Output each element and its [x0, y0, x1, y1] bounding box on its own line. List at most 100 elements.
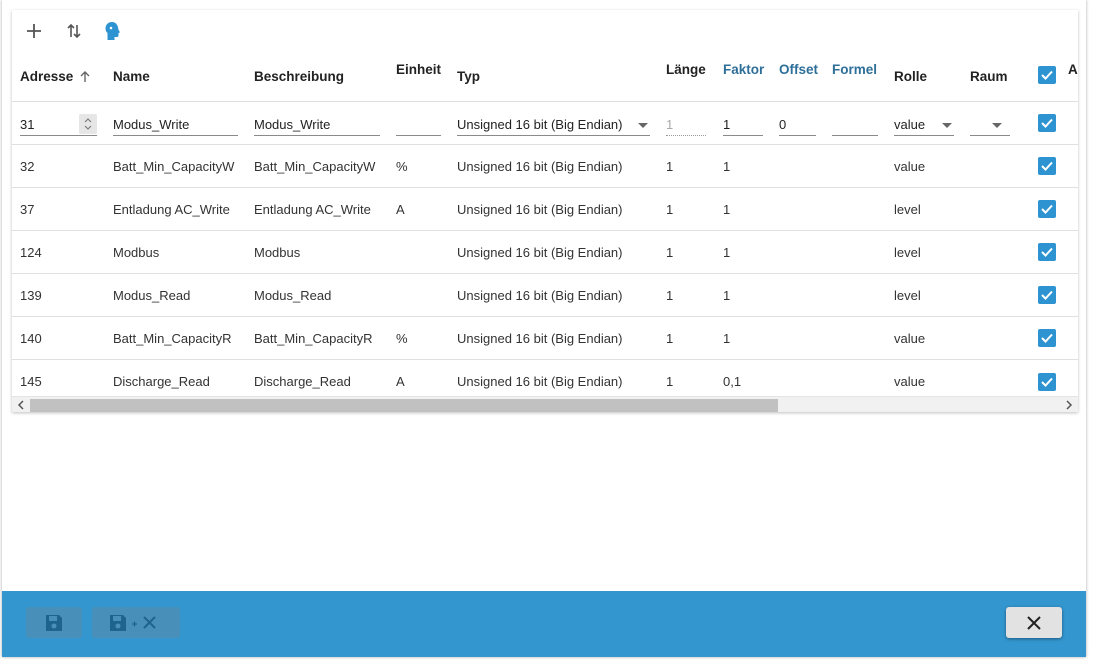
check-icon	[1041, 333, 1053, 343]
table-row[interactable]: 124 Modbus Modbus Unsigned 16 bit (Big E…	[12, 231, 1078, 274]
floppy-disk-plus-close-icon	[110, 614, 156, 631]
rolle-select-value: value	[894, 117, 926, 132]
row-checkbox[interactable]	[1038, 329, 1056, 347]
cell-rolle: value	[894, 374, 926, 389]
close-button[interactable]	[1006, 607, 1062, 638]
sort-button[interactable]	[62, 19, 86, 43]
cell-laenge: 1	[666, 244, 674, 260]
check-icon	[1041, 247, 1053, 257]
laenge-input: 1	[666, 114, 706, 136]
name-input[interactable]: Modus_Write	[113, 114, 238, 136]
header-formel[interactable]: Formel	[832, 52, 877, 101]
plus-icon	[27, 24, 41, 38]
dialog: Adresse Name Beschreibung Einheit Typ Lä…	[2, 0, 1086, 657]
cell-laenge: 1	[666, 158, 674, 174]
table-toolbar	[12, 10, 1078, 52]
row-checkbox[interactable]	[1038, 286, 1056, 304]
rolle-select[interactable]: value	[894, 114, 954, 136]
cell-rolle: value	[894, 330, 926, 346]
cell-beschreibung: Modus_Read	[254, 287, 332, 303]
horizontal-scrollbar[interactable]	[12, 396, 1078, 412]
cell-einheit: A	[396, 201, 405, 217]
header-rolle[interactable]: Rolle	[894, 52, 927, 101]
adresse-input[interactable]: 31	[20, 114, 97, 136]
scrollbar-thumb[interactable]	[30, 399, 778, 412]
cell-typ: Unsigned 16 bit (Big Endian)	[457, 201, 623, 217]
cell-beschreibung: Entladung AC_Write	[254, 201, 371, 217]
cell-adresse: 124	[20, 244, 42, 260]
cell-typ: Unsigned 16 bit (Big Endian)	[457, 158, 623, 174]
cell-laenge: 1	[666, 374, 674, 389]
header-typ[interactable]: Typ	[457, 52, 480, 101]
save-and-close-button[interactable]	[92, 607, 180, 638]
check-icon	[1041, 290, 1053, 300]
header-faktor[interactable]: Faktor	[723, 52, 764, 101]
table-row-edit: 31 Modus_Write Modus_Write Unsigned 16 b…	[12, 102, 1078, 145]
header-extra[interactable]: A	[1068, 52, 1078, 101]
cell-beschreibung: Discharge_Read	[254, 374, 351, 389]
scroll-right-icon[interactable]	[1062, 399, 1076, 411]
header-offset[interactable]: Offset	[779, 52, 818, 101]
table-row[interactable]: 139 Modus_Read Modus_Read Unsigned 16 bi…	[12, 274, 1078, 317]
check-icon	[1041, 161, 1053, 171]
table-row[interactable]: 145 Discharge_Read Discharge_Read A Unsi…	[12, 360, 1078, 396]
cell-beschreibung: Modbus	[254, 244, 301, 260]
header-select-all-checkbox[interactable]	[1038, 65, 1056, 84]
number-spinner[interactable]	[79, 114, 97, 134]
add-row-button[interactable]	[22, 19, 46, 43]
cell-typ: Unsigned 16 bit (Big Endian)	[457, 330, 623, 346]
formel-input[interactable]	[832, 114, 878, 136]
table-row[interactable]: 140 Batt_Min_CapacityR Batt_Min_Capacity…	[12, 317, 1078, 360]
header-laenge[interactable]: Länge	[666, 52, 706, 101]
check-icon	[1041, 377, 1053, 387]
header-name[interactable]: Name	[113, 52, 150, 101]
roles-button[interactable]	[100, 19, 124, 43]
row-checkbox[interactable]	[1038, 157, 1056, 175]
table-card: Adresse Name Beschreibung Einheit Typ Lä…	[12, 10, 1078, 412]
floppy-disk-icon	[46, 614, 62, 631]
header-raum[interactable]: Raum	[970, 52, 1008, 101]
chevron-down-icon	[84, 125, 92, 130]
typ-select-value: Unsigned 16 bit (Big Endian)	[457, 117, 623, 132]
cell-typ: Unsigned 16 bit (Big Endian)	[457, 287, 623, 303]
table-row[interactable]: 32 Batt_Min_CapacityW Batt_Min_CapacityW…	[12, 145, 1078, 188]
cell-name: Entladung AC_Write	[113, 201, 230, 217]
head-icon	[105, 22, 120, 40]
cell-name: Modbus	[113, 244, 160, 260]
faktor-input[interactable]: 1	[723, 114, 763, 136]
cell-rolle: level	[894, 201, 921, 217]
cell-laenge: 1	[666, 201, 674, 217]
cell-beschreibung: Batt_Min_CapacityW	[254, 158, 376, 174]
cell-name: Discharge_Read	[113, 374, 210, 389]
raum-select[interactable]	[970, 114, 1010, 136]
header-einheit[interactable]: Einheit	[396, 52, 441, 101]
einheit-input[interactable]	[396, 114, 441, 136]
cell-name: Batt_Min_CapacityW	[113, 158, 235, 174]
table-header-row: Adresse Name Beschreibung Einheit Typ Lä…	[12, 52, 1078, 102]
cell-name: Modus_Read	[113, 287, 191, 303]
row-checkbox[interactable]	[1038, 200, 1056, 218]
row-checkbox[interactable]	[1038, 243, 1056, 261]
table-row[interactable]: 37 Entladung AC_Write Entladung AC_Write…	[12, 188, 1078, 231]
cell-beschreibung: Batt_Min_CapacityR	[254, 330, 373, 346]
header-adresse-label: Adresse	[20, 69, 74, 84]
typ-select[interactable]: Unsigned 16 bit (Big Endian)	[457, 114, 650, 136]
cell-adresse: 139	[20, 287, 42, 303]
cell-faktor: 1	[723, 287, 731, 303]
row-checkbox[interactable]	[1038, 114, 1056, 132]
save-button[interactable]	[26, 607, 82, 638]
check-icon	[1041, 204, 1053, 214]
beschreibung-input[interactable]: Modus_Write	[254, 114, 380, 136]
cell-typ: Unsigned 16 bit (Big Endian)	[457, 374, 623, 389]
cell-adresse: 37	[20, 201, 35, 217]
cell-faktor: 1	[723, 244, 731, 260]
offset-input[interactable]: 0	[779, 114, 816, 136]
swap-vertical-icon	[67, 23, 81, 39]
cell-faktor: 0,1	[723, 374, 742, 389]
adresse-input-value: 31	[20, 117, 35, 132]
header-adresse[interactable]: Adresse	[20, 52, 91, 101]
header-beschreibung[interactable]: Beschreibung	[254, 52, 344, 101]
scroll-left-icon[interactable]	[14, 399, 28, 411]
row-checkbox[interactable]	[1038, 372, 1056, 391]
close-icon	[1027, 615, 1041, 630]
